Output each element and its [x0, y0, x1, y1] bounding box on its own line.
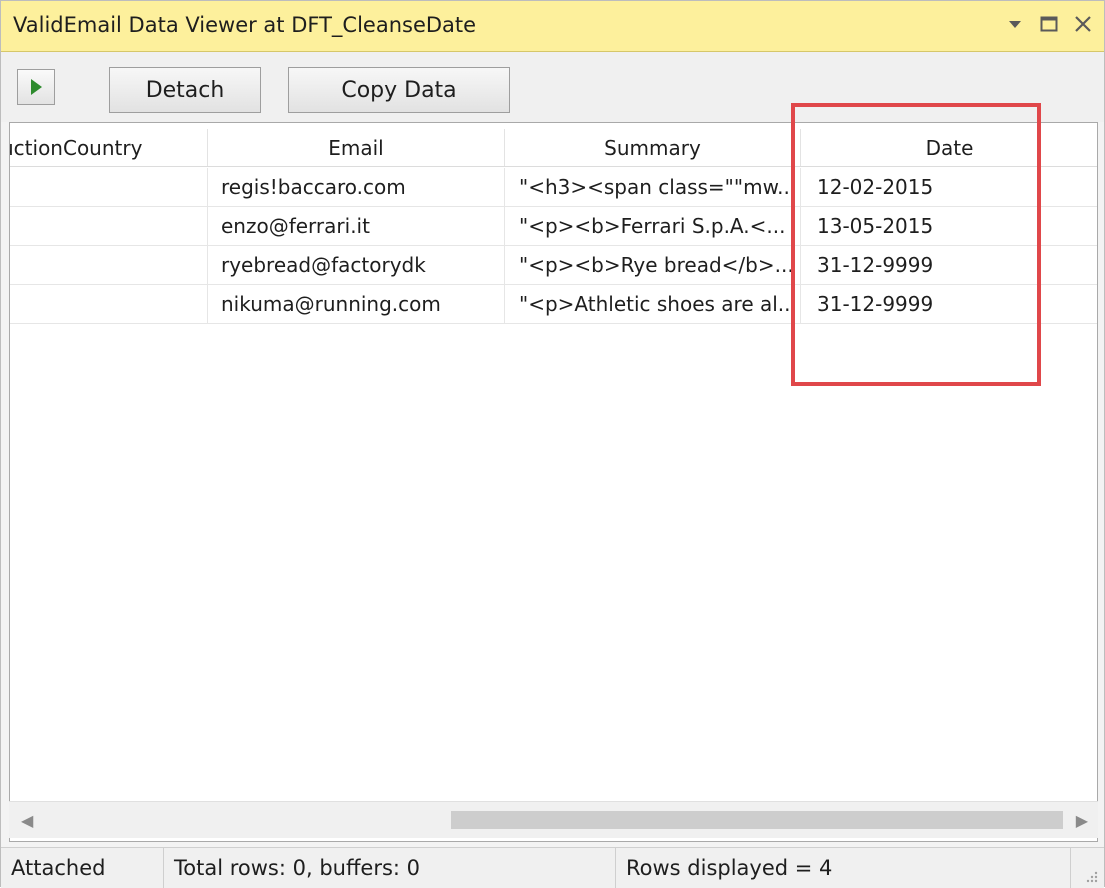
cell-date[interactable]: 13-05-2015 [801, 207, 1097, 245]
cell-email[interactable]: ryebread@factorydk [208, 246, 505, 284]
cell-country[interactable] [10, 246, 208, 284]
status-totals: Total rows: 0, buffers: 0 [164, 848, 616, 888]
cell-date[interactable]: 12-02-2015 [801, 168, 1097, 206]
title-bar: ValidEmail Data Viewer at DFT_CleanseDat… [1, 1, 1104, 52]
play-icon [31, 79, 42, 95]
scroll-left-icon[interactable]: ◀ [21, 811, 33, 830]
status-rows-displayed: Rows displayed = 4 [616, 848, 1071, 888]
window-title: ValidEmail Data Viewer at DFT_CleanseDat… [13, 13, 477, 37]
close-icon[interactable] [1072, 11, 1094, 37]
maximize-icon[interactable] [1038, 11, 1060, 37]
cell-summary[interactable]: "<h3><span class=""mw... [505, 168, 801, 206]
table-row[interactable]: enzo@ferrari.it "<p><b>Ferrari S.p.A.<..… [10, 207, 1097, 246]
table-row[interactable]: regis!baccaro.com "<h3><span class=""mw.… [10, 168, 1097, 207]
cell-date[interactable]: 31-12-9999 [801, 285, 1097, 323]
scroll-right-icon[interactable]: ▶ [1076, 811, 1088, 830]
column-header-country[interactable]: uctionCountry [10, 129, 208, 166]
column-header-date[interactable]: Date [801, 129, 1097, 166]
header-divider [10, 166, 1097, 167]
horizontal-scrollbar[interactable]: ◀ ▶ [9, 801, 1098, 838]
scrollbar-thumb[interactable] [451, 811, 1063, 829]
column-header-email[interactable]: Email [208, 129, 505, 166]
play-button[interactable] [17, 69, 55, 105]
detach-button[interactable]: Detach [109, 67, 261, 113]
cell-summary[interactable]: "<p><b>Ferrari S.p.A.<... [505, 207, 801, 245]
dropdown-arrow-icon[interactable] [1004, 11, 1026, 37]
resize-grip-icon[interactable] [1084, 868, 1098, 883]
copy-data-button[interactable]: Copy Data [288, 67, 510, 113]
table-row[interactable]: ryebread@factorydk "<p><b>Rye bread</b>.… [10, 246, 1097, 285]
cell-date[interactable]: 31-12-9999 [801, 246, 1097, 284]
cell-summary[interactable]: "<p>Athletic shoes are al... [505, 285, 801, 323]
column-header-summary[interactable]: Summary [505, 129, 801, 166]
data-grid[interactable]: uctionCountry Email Summary Date regis!b… [9, 122, 1098, 842]
cell-country[interactable] [10, 168, 208, 206]
status-state: Attached [1, 848, 164, 888]
cell-summary[interactable]: "<p><b>Rye bread</b>... [505, 246, 801, 284]
cell-country[interactable] [10, 285, 208, 323]
data-viewer-window: ValidEmail Data Viewer at DFT_CleanseDat… [0, 0, 1105, 888]
cell-country[interactable] [10, 207, 208, 245]
toolbar: Detach Copy Data [1, 52, 1104, 122]
cell-email[interactable]: nikuma@running.com [208, 285, 505, 323]
status-bar: Attached Total rows: 0, buffers: 0 Rows … [1, 847, 1104, 888]
cell-email[interactable]: enzo@ferrari.it [208, 207, 505, 245]
table-row[interactable]: nikuma@running.com "<p>Athletic shoes ar… [10, 285, 1097, 324]
cell-email[interactable]: regis!baccaro.com [208, 168, 505, 206]
window-controls [1004, 11, 1094, 37]
